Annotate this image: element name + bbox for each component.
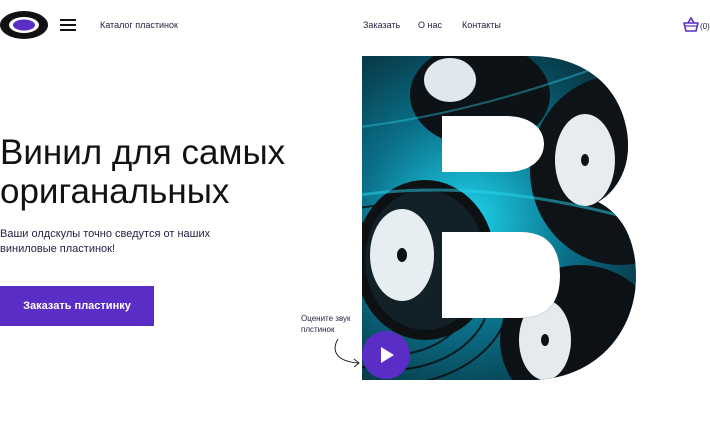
nav-contacts[interactable]: Контакты	[462, 20, 501, 30]
hero-title-line1: Винил для самых	[0, 133, 286, 172]
hero-title: Винил для самых ориганальных	[0, 133, 330, 211]
order-record-button[interactable]: Заказать пластинку	[0, 286, 154, 326]
catalog-link[interactable]: Каталог пластинок	[100, 20, 178, 30]
sound-prompt-line2: плстинок	[301, 325, 335, 334]
vinyl-logo-icon[interactable]	[0, 11, 48, 39]
sound-prompt: Оцените звук плстинок	[301, 313, 371, 335]
nav-about[interactable]: О нас	[418, 20, 442, 30]
sound-prompt-line1: Оцените звук	[301, 314, 351, 323]
hero-subtitle: Ваши олдскулы точно сведутся от наших ви…	[0, 227, 230, 257]
play-sound-button[interactable]	[362, 331, 410, 379]
basket-icon[interactable]	[682, 16, 700, 34]
play-icon	[381, 347, 394, 363]
hero-subtitle-line1: Ваши олдскулы точно сведутся от наших	[0, 228, 211, 240]
cart-count: (0)	[700, 22, 710, 31]
hero-title-line2: ориганальных	[0, 172, 230, 211]
hero-subtitle-line2: виниловые пластинок!	[0, 243, 116, 255]
hamburger-icon[interactable]	[60, 19, 76, 32]
nav-order[interactable]: Заказать	[363, 20, 400, 30]
